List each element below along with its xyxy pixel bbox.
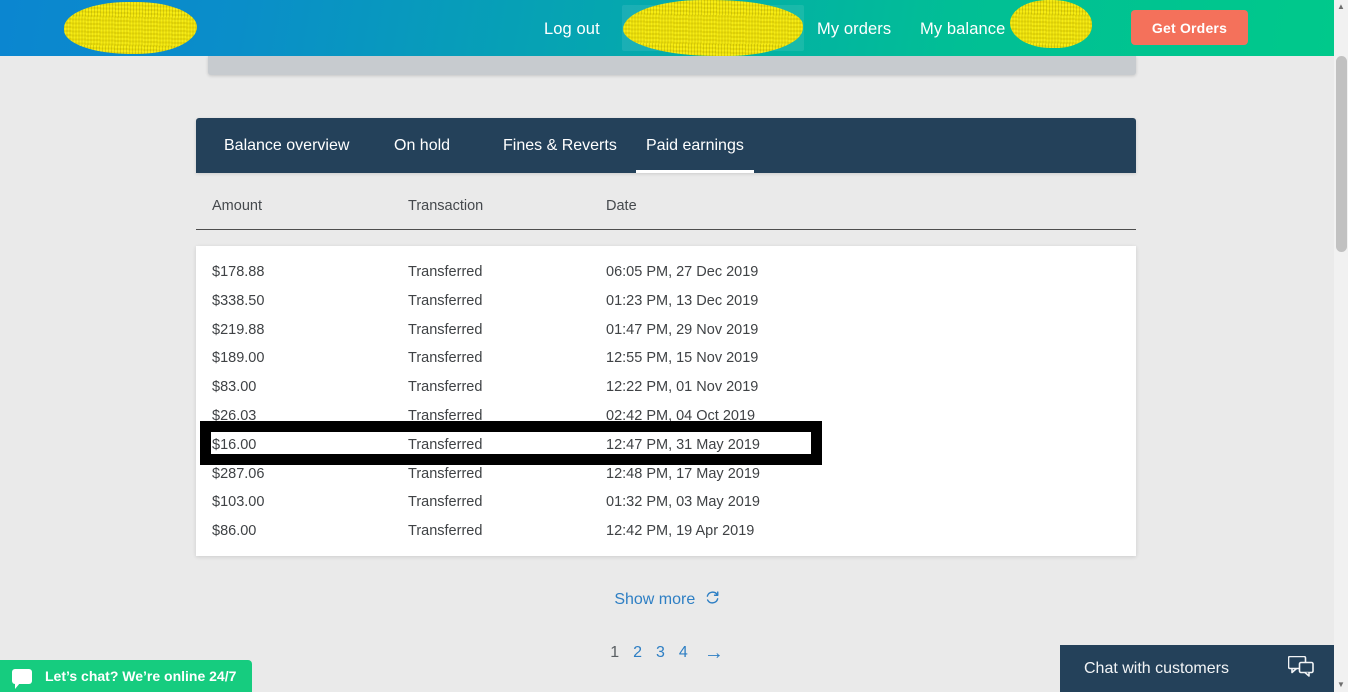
tab-label: Balance overview [224,136,350,154]
cell-transaction: Transferred [408,292,483,309]
cell-date: 06:05 PM, 27 Dec 2019 [606,264,759,280]
scrollbar-thumb[interactable] [1336,56,1347,252]
cell-amount: $103.00 [212,494,265,511]
page-content: Balance overview On hold Fines & Reverts… [0,56,1334,692]
balance-tab-bar: Balance overview On hold Fines & Reverts… [196,118,1136,173]
transactions-table: $178.88 Transferred 06:05 PM, 27 Dec 201… [196,246,1136,556]
cell-amount: $178.88 [212,264,265,280]
cell-transaction: Transferred [408,407,483,424]
cell-transaction: Transferred [408,321,483,338]
page-number-4[interactable]: 4 [679,644,688,662]
cell-date: 12:48 PM, 17 May 2019 [606,465,760,482]
cell-transaction: Transferred [408,494,483,511]
tab-balance-overview[interactable]: Balance overview [222,118,351,173]
column-header-date: Date [606,198,637,214]
cell-amount: $26.03 [212,407,257,424]
nav-link-my-orders[interactable]: My orders [817,21,891,38]
show-more-button[interactable]: Show more [0,590,1334,610]
cell-transaction: Transferred [408,264,483,280]
refresh-icon [705,590,720,610]
tab-label: Paid earnings [646,136,744,154]
page-number-1: 1 [610,644,620,661]
cell-amount: $338.50 [212,292,265,309]
column-header-transaction: Transaction [408,198,484,214]
next-page-arrow-icon[interactable]: → [704,643,724,663]
table-row[interactable]: $26.03 Transferred 02:42 PM, 04 Oct 2019 [196,404,1136,433]
chat-bubbles-icon [1287,655,1314,682]
table-row[interactable]: $287.06 Transferred 12:48 PM, 17 May 201… [196,462,1136,491]
table-row[interactable]: $86.00 Transferred 12:42 PM, 19 Apr 2019 [196,519,1136,548]
table-row[interactable]: $219.88 Transferred 01:47 PM, 29 Nov 201… [196,318,1136,347]
cell-date: 12:47 PM, 31 May 2019 [606,436,760,453]
tab-paid-earnings[interactable]: Paid earnings [636,118,754,173]
cell-transaction: Transferred [408,436,483,453]
site-header: Log out My orders My balance Get Orders [0,0,1334,56]
nav-link-logout[interactable]: Log out [544,21,600,38]
cell-transaction: Transferred [408,523,483,540]
table-header-row: Amount Transaction Date [196,190,1136,230]
cell-date: 12:42 PM, 19 Apr 2019 [606,523,755,540]
cell-date: 01:23 PM, 13 Dec 2019 [606,292,759,309]
show-more-label: Show more [614,591,696,608]
cell-amount: $83.00 [212,379,257,396]
cell-date: 12:55 PM, 15 Nov 2019 [606,350,759,367]
cell-date: 01:32 PM, 03 May 2019 [606,494,760,511]
cell-transaction: Transferred [408,379,483,396]
top-card-stub [208,56,1136,75]
table-row-highlighted[interactable]: $16.00 Transferred 12:47 PM, 31 May 2019 [196,433,1136,462]
tab-on-hold[interactable]: On hold [392,118,452,173]
column-header-amount: Amount [212,198,262,214]
cell-amount: $287.06 [212,465,265,482]
cell-date: 12:22 PM, 01 Nov 2019 [606,379,759,396]
table-row[interactable]: $338.50 Transferred 01:23 PM, 13 Dec 201… [196,289,1136,318]
cell-amount: $86.00 [212,523,257,540]
cell-date: 02:42 PM, 04 Oct 2019 [606,407,756,424]
cell-transaction: Transferred [408,465,483,482]
customer-chat-panel[interactable]: Chat with customers [1060,645,1334,692]
customer-chat-label: Chat with customers [1084,659,1229,677]
table-row[interactable]: $178.88 Transferred 06:05 PM, 27 Dec 201… [196,260,1136,289]
scroll-up-arrow-icon[interactable]: ▲ [1337,3,1345,11]
table-row[interactable]: $189.00 Transferred 12:55 PM, 15 Nov 201… [196,346,1136,375]
tab-label: Fines & Reverts [503,136,617,154]
page-number-2[interactable]: 2 [633,644,642,662]
page-number-3[interactable]: 3 [656,644,665,662]
scroll-down-arrow-icon[interactable]: ▼ [1337,681,1345,689]
cell-amount: $219.88 [212,321,265,338]
table-row[interactable]: $103.00 Transferred 01:32 PM, 03 May 201… [196,490,1136,519]
live-chat-widget[interactable]: Let’s chat? We’re online 24/7 [0,660,253,692]
chat-bubble-icon [12,668,32,689]
cell-transaction: Transferred [408,350,483,367]
tab-label: On hold [394,136,451,154]
page-scrollbar[interactable]: ▲ ▼ [1334,0,1348,692]
get-orders-button[interactable]: Get Orders [1131,10,1248,45]
tab-fines-and-reverts[interactable]: Fines & Reverts [501,118,619,173]
cell-amount: $189.00 [212,350,265,367]
nav-link-my-balance[interactable]: My balance [920,21,1005,38]
cell-date: 01:47 PM, 29 Nov 2019 [606,321,759,338]
live-chat-label: Let’s chat? We’re online 24/7 [45,668,237,684]
cell-amount: $16.00 [212,436,257,453]
table-row[interactable]: $83.00 Transferred 12:22 PM, 01 Nov 2019 [196,375,1136,404]
